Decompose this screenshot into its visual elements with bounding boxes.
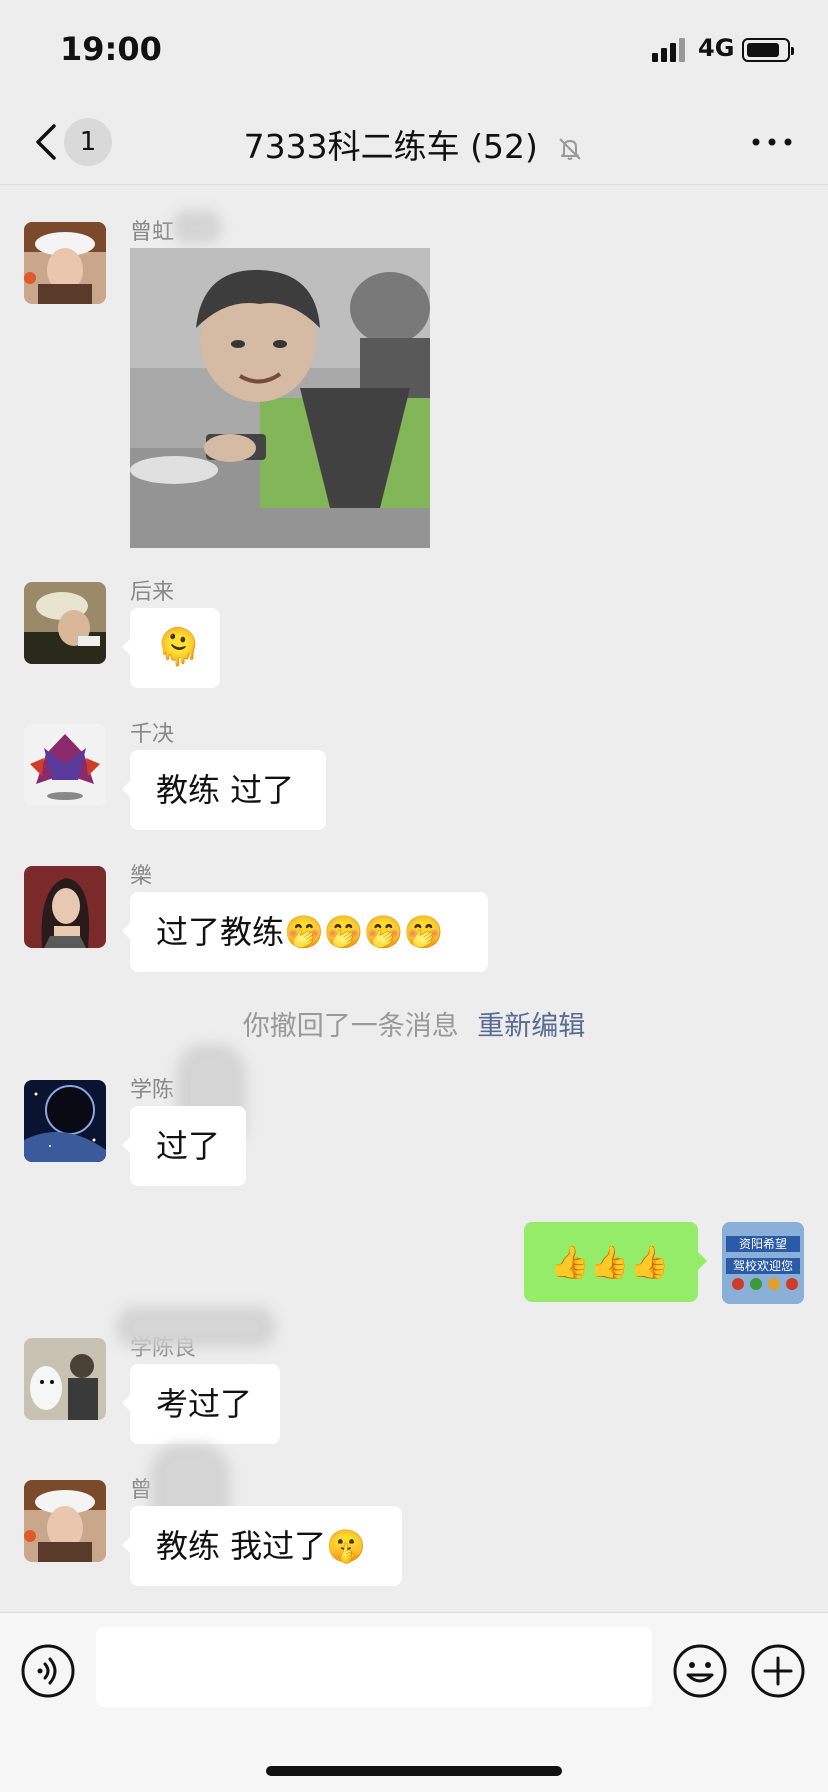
battery-level [747,43,779,57]
sender-name: 千决 [130,722,175,747]
avatar-text-line2: 驾校欢迎您 [732,1259,793,1273]
home-indicator[interactable] [266,1766,562,1776]
avatar-text-line1: 资阳希望 [738,1237,787,1251]
reedit-link[interactable]: 重新编辑 [477,1011,585,1042]
sender-name: 曾 [130,1478,153,1503]
ellipsis-icon[interactable] [750,130,794,154]
system-message-text: 你撤回了一条消息 [242,1011,459,1042]
avatar[interactable] [24,582,106,664]
bell-slash-icon [559,137,582,160]
system-recall-notice: 你撤回了一条消息 重新编辑 [0,1004,828,1043]
my-message-bubble[interactable]: 👍👍👍 [524,1222,698,1302]
message-bubble[interactable]: 🫠 [130,608,220,688]
avatar[interactable] [24,1080,106,1162]
voice-icon[interactable] [20,1643,76,1699]
chat-title: 7333科二练车 (52) [0,120,828,168]
signal-icon [652,38,688,62]
message-bubble[interactable]: 教练 我过了🤫 [130,1506,402,1586]
sender-name: 樂 [130,864,153,889]
avatar[interactable] [24,1338,106,1420]
avatar[interactable] [24,724,106,806]
message-bubble[interactable]: 过了教练🤭🤭🤭🤭 [130,892,488,972]
network-type: 4G [698,34,735,62]
sender-name: 后来 [130,580,175,605]
image-message[interactable] [130,248,430,548]
status-bar: 19:00 4G [0,0,828,100]
message-bubble[interactable]: 过了 [130,1106,246,1186]
sender-name: 学陈 [130,1078,175,1103]
message-input[interactable] [96,1627,652,1707]
message-bubble[interactable]: 教练 过了 [130,750,326,830]
nav-bar: 1 7333科二练车 (52) [0,100,828,185]
chat-title-text: 7333科二练车 (52) [243,127,538,166]
avatar[interactable] [24,222,106,304]
plus-icon[interactable] [750,1643,806,1699]
avatar[interactable] [24,866,106,948]
input-bar [0,1612,828,1792]
chat-screen: 19:00 4G 1 7333科二练车 (52) 曾虹 后来 🫠 千决 教练 过… [0,0,828,1792]
sender-name: 曾虹 [130,220,175,245]
my-avatar[interactable]: 资阳希望 驾校欢迎您 [722,1222,804,1304]
emoji-icon[interactable] [672,1643,728,1699]
status-time: 19:00 [60,30,162,68]
message-bubble[interactable]: 考过了 [130,1364,280,1444]
avatar[interactable] [24,1480,106,1562]
battery-icon [742,38,794,62]
